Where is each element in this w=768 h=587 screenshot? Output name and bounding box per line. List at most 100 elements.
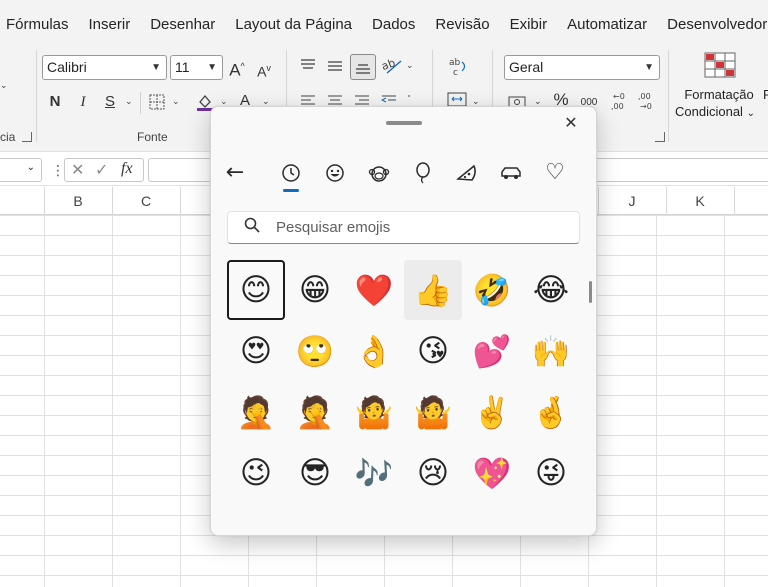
font-name-combo[interactable]: Calibri ▼: [42, 55, 167, 80]
emoji-cell[interactable]: 😎: [286, 443, 344, 503]
emoji-cell[interactable]: 🙄: [286, 321, 344, 381]
align-top-icon[interactable]: [300, 58, 316, 72]
align-middle-icon[interactable]: [327, 60, 343, 74]
grow-font-label: A: [229, 60, 241, 80]
enter-icon[interactable]: ✓: [95, 160, 108, 180]
emoji-cell[interactable]: 😜: [522, 443, 580, 503]
align-bottom-button[interactable]: [350, 54, 376, 80]
emoji-cell[interactable]: 😁: [286, 260, 344, 320]
column-header-c[interactable]: C: [112, 193, 180, 209]
back-arrow-icon[interactable]: ←: [219, 157, 251, 189]
chevron-down-icon: ▼: [151, 62, 161, 73]
align-center-icon: [328, 95, 342, 105]
conditional-formatting-label-line1[interactable]: Formatação: [676, 86, 762, 103]
tab-revisao[interactable]: Revisão: [425, 0, 499, 46]
emoji-cell[interactable]: 👍: [404, 260, 462, 320]
emoji-cell[interactable]: 😊: [227, 260, 285, 320]
emoji-cell[interactable]: 🤞: [522, 382, 580, 442]
number-launcher-icon[interactable]: [655, 132, 665, 142]
bold-button[interactable]: N: [46, 92, 64, 112]
animals-category-icon[interactable]: [363, 157, 395, 189]
tab-exibir[interactable]: Exibir: [500, 0, 558, 46]
travel-category-icon[interactable]: [495, 157, 527, 189]
emoji-cell[interactable]: ❤️: [345, 260, 403, 320]
balloon-outline-icon: [416, 162, 430, 184]
decrease-indent-icon: [380, 95, 396, 103]
orientation-icon[interactable]: ab: [381, 56, 403, 76]
font-group-label: Fonte: [137, 130, 168, 144]
emoji-cell[interactable]: 💕: [463, 321, 521, 381]
emoji-cell[interactable]: 🤷: [345, 382, 403, 442]
emoji-cell[interactable]: 🙌: [522, 321, 580, 381]
tab-formulas[interactable]: Fórmulas: [0, 0, 79, 46]
emoji-cell[interactable]: 🎶: [345, 443, 403, 503]
number-format-value: Geral: [509, 59, 544, 75]
tab-layout-da-pagina[interactable]: Layout da Página: [225, 0, 362, 46]
chevron-down-icon: ▼: [207, 62, 217, 73]
next-group-fragment: F: [763, 87, 768, 102]
emoji-cell[interactable]: 💖: [463, 443, 521, 503]
increase-decimal-icon: ←0,00: [611, 92, 625, 111]
emoji-cell[interactable]: 😍: [227, 321, 285, 381]
clipboard-launcher-icon[interactable]: [22, 132, 32, 142]
emoji-cell[interactable]: 😘: [404, 321, 462, 381]
drag-handle[interactable]: [386, 121, 422, 125]
number-format-combo[interactable]: Geral ▼: [504, 55, 660, 80]
italic-button[interactable]: I: [76, 92, 90, 112]
tab-automatizar[interactable]: Automatizar: [557, 0, 657, 46]
animal-outline-icon: [368, 166, 390, 182]
underline-caret-icon[interactable]: ⌄: [125, 96, 133, 107]
column-header-b[interactable]: B: [44, 193, 112, 209]
tab-dados[interactable]: Dados: [362, 0, 425, 46]
emoji-cell[interactable]: 🤦: [286, 382, 344, 442]
recent-clock-icon[interactable]: [275, 157, 307, 189]
conditional-formatting-label-line2[interactable]: Condicional ⌄: [672, 103, 758, 122]
chevron-down-icon: ⌄: [26, 162, 35, 173]
clipboard-caret-icon[interactable]: ⌄: [0, 80, 8, 91]
conditional-formatting-icon[interactable]: [704, 52, 736, 78]
column-header-k[interactable]: K: [666, 193, 734, 209]
decimal-buttons-icons[interactable]: ←0,00 ,00→0: [610, 90, 658, 112]
emoji-cell[interactable]: 🤷: [404, 382, 462, 442]
column-header-j[interactable]: J: [598, 193, 666, 209]
emoji-search-box[interactable]: [227, 211, 580, 244]
font-size-value: 11: [175, 59, 190, 75]
font-size-combo[interactable]: 11 ▼: [170, 55, 223, 80]
conditional-formatting-label-text: Condicional: [675, 104, 743, 119]
tab-desenvolvedor[interactable]: Desenvolvedor: [657, 0, 768, 46]
emoji-cell[interactable]: ✌️: [463, 382, 521, 442]
pizza-outline-icon: [456, 164, 476, 181]
tab-inserir[interactable]: Inserir: [79, 0, 141, 46]
symbols-heart-icon[interactable]: ♡: [539, 157, 571, 189]
emoji-cell[interactable]: 🤦: [227, 382, 285, 442]
insert-function-icon[interactable]: fx: [121, 160, 133, 178]
smileys-category-icon[interactable]: [319, 157, 351, 189]
grow-font-button[interactable]: A^: [228, 56, 246, 81]
emoji-picker-panel: ✕ ← ♡ Pesquisar emojis 😊 😁 ❤️ 👍 🤣 😂 😍 🙄 …: [210, 106, 597, 536]
scrollbar-thumb[interactable]: [589, 281, 592, 303]
chevron-down-icon: ⌄: [746, 108, 755, 119]
orientation-caret-icon[interactable]: ⌄: [406, 60, 414, 71]
cancel-icon[interactable]: ✕: [71, 160, 84, 180]
food-category-icon[interactable]: [451, 157, 483, 189]
borders-icon[interactable]: [149, 94, 165, 110]
emoji-search-input[interactable]: [276, 212, 566, 243]
shrink-font-button[interactable]: Av: [256, 58, 272, 82]
emoji-cell[interactable]: 😂: [522, 260, 580, 320]
borders-caret-icon[interactable]: ⌄: [172, 96, 180, 107]
align-left-icon: [301, 95, 315, 105]
close-button[interactable]: ✕: [560, 113, 582, 135]
emoji-cell[interactable]: 👌: [345, 321, 403, 381]
tab-desenhar[interactable]: Desenhar: [140, 0, 225, 46]
magnifier-glyph: [244, 217, 260, 233]
emoji-cell[interactable]: 🤣: [463, 260, 521, 320]
underline-button[interactable]: S: [103, 92, 117, 112]
celebrations-category-icon[interactable]: [407, 157, 439, 189]
emoji-cell[interactable]: 😢: [404, 443, 462, 503]
formula-bar-more-icon[interactable]: ⋮: [51, 162, 65, 179]
wrap-text-icon[interactable]: ab c: [448, 56, 470, 78]
name-box[interactable]: ⌄: [0, 158, 42, 182]
clock-icon: [282, 164, 300, 182]
emoji-cell[interactable]: 😉: [227, 443, 285, 503]
decrease-decimal-icon: ,00→0: [638, 92, 652, 111]
